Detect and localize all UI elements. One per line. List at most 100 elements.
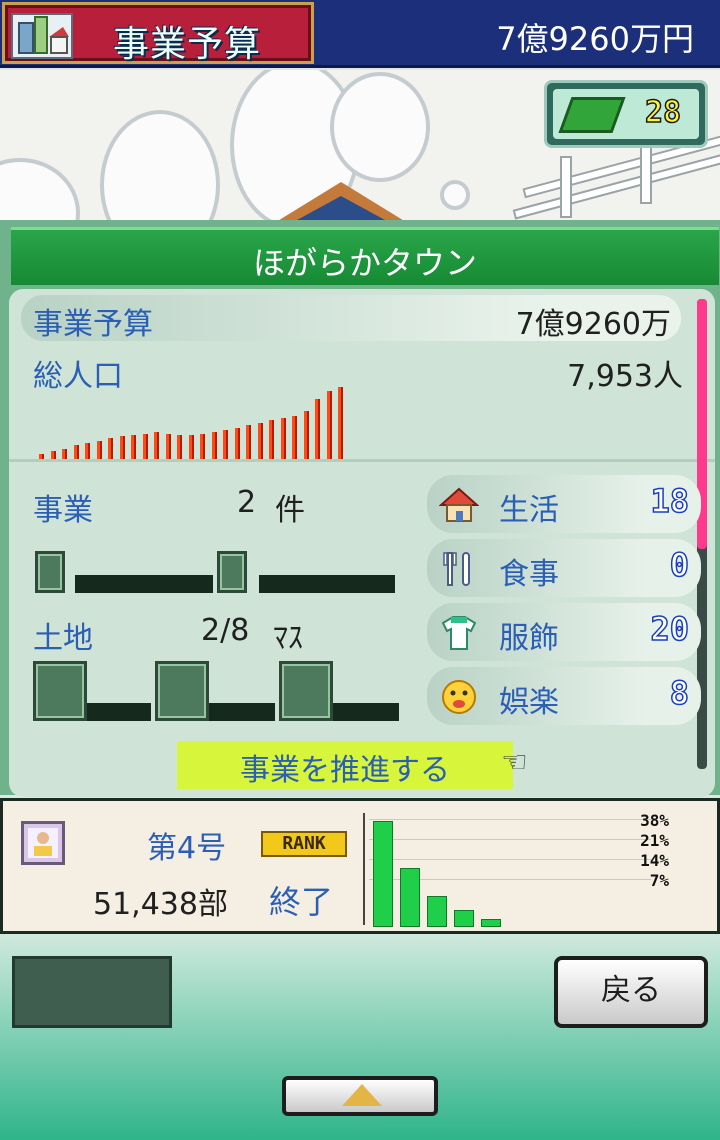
population-bar: [234, 428, 240, 461]
population-bar: [177, 435, 182, 461]
category-label: 服飾: [499, 621, 559, 656]
up-arrow-icon: [342, 1084, 382, 1106]
title-banner: 事業予算: [2, 2, 314, 65]
budget-label: 事業予算: [33, 307, 153, 342]
footer-bar: 戻る: [0, 934, 720, 1140]
population-bar: [223, 430, 228, 461]
population-bar: [269, 420, 274, 461]
pointing-hand-icon: ☜: [501, 745, 528, 780]
book-counter-badge[interactable]: 28: [544, 80, 708, 148]
population-bar: [280, 418, 286, 461]
population-bar: [108, 438, 113, 461]
budget-row: 事業予算 7億9260万: [21, 295, 681, 342]
newspaper-icon: [21, 821, 65, 865]
land-slot[interactable]: [279, 661, 333, 721]
grid-line: [369, 859, 651, 860]
business-label: 事業: [33, 493, 93, 528]
copies-sold: 51,438部: [93, 887, 228, 922]
land-unit: ﾏｽ: [273, 621, 303, 656]
population-bar: [338, 387, 343, 461]
town-info-panel: ほがらかタウン 事業予算 7億9260万 総人口 7,953人 事業 2 件 土…: [0, 220, 720, 797]
population-value: 7,953人: [567, 359, 683, 394]
rank-bar: [427, 896, 447, 927]
house-icon: [438, 485, 480, 525]
business-slot[interactable]: [217, 551, 247, 593]
expand-up-button[interactable]: [282, 1076, 438, 1116]
divider: [9, 459, 715, 462]
population-bar: [315, 399, 320, 461]
town-name-header: ほがらかタウン: [11, 227, 719, 285]
book-count: 28: [644, 94, 682, 131]
shirt-icon: [439, 613, 479, 653]
rank-legend-label: 21%: [640, 831, 669, 850]
category-entertainment[interactable]: 娯楽 8: [427, 667, 701, 725]
business-bar: [75, 575, 213, 593]
population-chart: [39, 387, 359, 461]
newspaper-panel[interactable]: 第4号 RANK 51,438部 終了 38% 21% 14% 7%: [0, 798, 720, 934]
population-bar: [142, 434, 148, 461]
category-value: 8: [669, 673, 690, 713]
category-value: 18: [650, 481, 690, 521]
land-bar: [209, 703, 275, 721]
grid-line: [369, 819, 651, 820]
snow-tree: [0, 158, 80, 220]
rank-bar: [400, 868, 420, 927]
book-icon: [558, 97, 626, 133]
category-fashion[interactable]: 服飾 20: [427, 603, 701, 661]
population-bar: [211, 432, 217, 461]
rank-chart: 38% 21% 14% 7%: [369, 811, 669, 927]
divider: [363, 813, 365, 925]
snowman: [440, 180, 470, 210]
land-bar: [333, 703, 399, 721]
rank-bar: [373, 821, 393, 927]
land-slot[interactable]: [33, 661, 87, 721]
town-name: ほがらかタウン: [252, 244, 477, 282]
issue-status: 終了: [269, 883, 334, 921]
town-stats: 事業予算 7億9260万 総人口 7,953人 事業 2 件 土地 2/8 ﾏｽ: [9, 289, 715, 797]
issue-number: 第4号: [147, 831, 227, 866]
land-label: 土地: [33, 621, 93, 656]
rank-bar: [481, 919, 501, 927]
population-bar: [188, 435, 194, 461]
population-bar: [165, 434, 171, 461]
rank-legend-label: 7%: [649, 871, 669, 890]
fence-post: [560, 156, 572, 218]
fork-knife-icon: [439, 549, 479, 589]
population-bar: [119, 436, 125, 461]
grid-line: [369, 839, 651, 840]
town-building-icon: [11, 13, 73, 59]
business-unit: 件: [275, 493, 305, 528]
business-count: 2: [237, 485, 257, 520]
population-bar: [96, 441, 102, 461]
snow-tree: [330, 72, 430, 182]
promote-business-button[interactable]: 事業を推進する: [177, 741, 513, 789]
population-bar: [154, 432, 159, 461]
rank-legend-label: 38%: [640, 811, 669, 830]
population-bar: [246, 425, 251, 461]
badge-inner: 28: [553, 89, 699, 139]
business-bar: [259, 575, 395, 593]
business-slot[interactable]: [35, 551, 65, 593]
land-slot[interactable]: [155, 661, 209, 721]
population-bar: [257, 423, 263, 461]
population-bar: [326, 391, 332, 461]
category-label: 生活: [499, 493, 559, 528]
back-button[interactable]: 戻る: [554, 956, 708, 1028]
budget-readout: 7億9260万円: [496, 20, 694, 58]
rank-badge: RANK: [261, 831, 347, 857]
category-life[interactable]: 生活 18: [427, 475, 701, 533]
screen-title: 事業予算: [113, 24, 262, 65]
population-bar: [200, 434, 205, 461]
rank-bar: [454, 910, 474, 927]
empty-slot: [12, 956, 172, 1028]
category-label: 娯楽: [499, 685, 559, 720]
snow-tree: [100, 110, 220, 220]
population-bar: [303, 411, 309, 461]
category-value: 20: [650, 609, 690, 649]
land-bar: [87, 703, 151, 721]
population-bar: [292, 416, 297, 461]
category-food[interactable]: 食事 0: [427, 539, 701, 597]
rank-legend-label: 14%: [640, 851, 669, 870]
budget-value: 7億9260万: [515, 307, 671, 342]
land-value: 2/8: [201, 613, 250, 648]
